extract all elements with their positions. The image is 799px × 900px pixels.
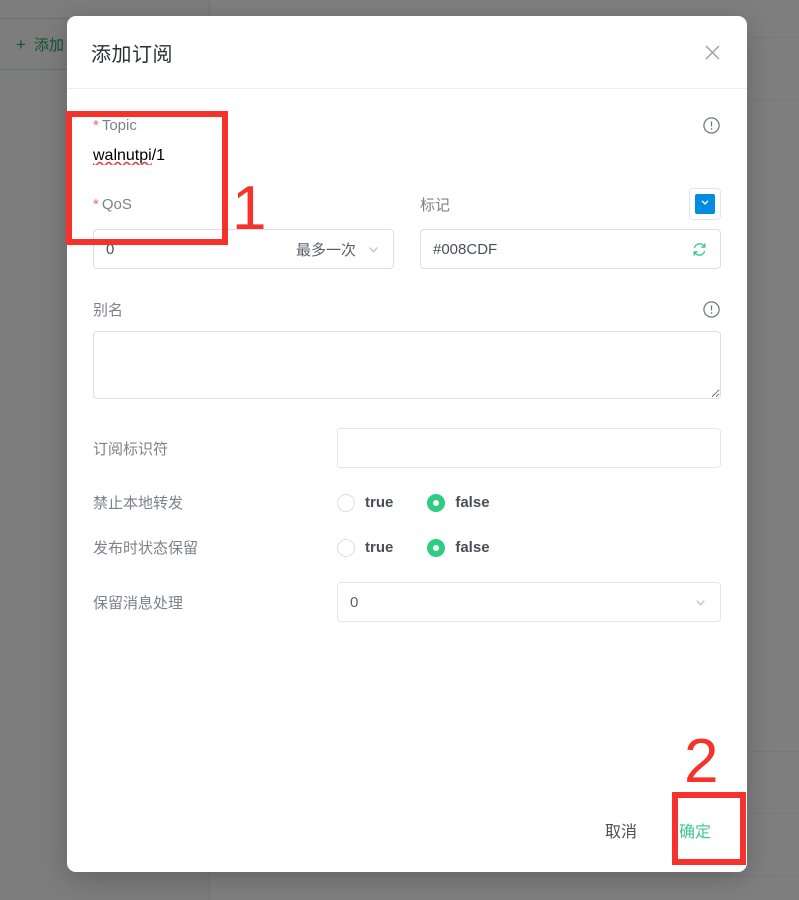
topic-textarea-wrap: walnutpi/1 — [93, 147, 721, 165]
dialog-footer: 取消 确定 — [67, 798, 747, 872]
required-asterisk: * — [93, 195, 99, 213]
tag-color-value: #008CDF — [433, 240, 498, 258]
sub-identifier-label: 订阅标识符 — [93, 440, 169, 458]
retain-as-published-option-true-label: true — [365, 539, 394, 556]
no-local-option-false-label: false — [455, 494, 490, 511]
close-icon[interactable] — [697, 37, 727, 67]
alias-block: 别名 — [93, 295, 721, 404]
dialog-title: 添加订阅 — [91, 43, 173, 66]
no-local-radio-group: true false — [337, 493, 721, 512]
qos-label-row: * QoS — [93, 187, 394, 221]
retain-as-published-option-true[interactable]: true — [337, 538, 394, 557]
no-local-option-true-label: true — [365, 494, 394, 511]
chevron-down-icon — [366, 242, 381, 257]
confirm-button[interactable]: 确定 — [669, 814, 721, 846]
no-local-option-false[interactable]: false — [427, 493, 490, 512]
dialog-header: 添加订阅 — [67, 16, 747, 89]
color-swatch — [695, 194, 715, 214]
topic-label-text: Topic — [101, 116, 137, 134]
tag-color-input[interactable]: #008CDF — [420, 229, 721, 269]
color-swatch-button[interactable] — [689, 188, 721, 220]
topic-label-row: * Topic — [93, 111, 721, 139]
no-local-label: 禁止本地转发 — [93, 495, 184, 512]
qos-select[interactable]: 0 最多一次 — [93, 229, 394, 269]
qos-label-text: QoS — [101, 195, 132, 213]
topic-label: * Topic — [93, 117, 137, 134]
retain-as-published-option-false[interactable]: false — [427, 538, 490, 557]
alias-label-row: 别名 — [93, 295, 721, 323]
no-local-option-true[interactable]: true — [337, 493, 394, 512]
add-subscription-dialog: 添加订阅 * Topic walnutpi/1 * QoS 0 最多一次 标记 … — [67, 16, 747, 872]
retain-handling-row: 保留消息处理 0 — [93, 582, 721, 622]
chevron-down-icon — [693, 595, 708, 610]
topic-input[interactable]: walnutpi/1 — [93, 147, 721, 165]
qos-tag-row: * QoS 0 最多一次 标记 #008CDF — [93, 187, 721, 269]
retain-as-published-radio-group: true false — [337, 538, 721, 557]
radio-icon-selected — [427, 493, 446, 512]
info-circle-icon[interactable] — [702, 116, 721, 135]
retain-handling-select[interactable]: 0 — [337, 582, 721, 622]
tag-label: 标记 — [420, 196, 451, 214]
cancel-button[interactable]: 取消 — [595, 814, 647, 846]
qos-value: 0 — [106, 240, 115, 258]
required-asterisk: * — [93, 116, 99, 134]
alias-label: 别名 — [93, 301, 124, 319]
refresh-icon[interactable] — [691, 241, 708, 258]
chevron-down-icon — [699, 195, 711, 213]
no-local-row: 禁止本地转发 true false — [93, 492, 721, 513]
info-circle-icon[interactable] — [702, 300, 721, 319]
qos-option-text: 最多一次 — [295, 241, 356, 259]
retain-handling-label: 保留消息处理 — [93, 594, 184, 612]
sub-identifier-row: 订阅标识符 — [93, 428, 721, 468]
qos-column: * QoS 0 最多一次 — [93, 187, 394, 269]
tag-label-row: 标记 — [420, 187, 721, 221]
retain-handling-value: 0 — [350, 593, 359, 611]
topic-value-main: walnutpi — [93, 147, 152, 164]
radio-icon-selected — [427, 538, 446, 557]
topic-value-suffix: /1 — [151, 147, 166, 164]
retain-as-published-option-false-label: false — [455, 539, 490, 556]
retain-as-published-label: 发布时状态保留 — [93, 540, 199, 557]
radio-icon — [337, 538, 355, 557]
retain-as-published-row: 发布时状态保留 true false — [93, 537, 721, 558]
radio-icon — [337, 493, 355, 512]
sub-identifier-input[interactable] — [337, 428, 721, 468]
alias-input[interactable] — [93, 331, 721, 399]
qos-label: * QoS — [93, 196, 132, 213]
dialog-body: * Topic walnutpi/1 * QoS 0 最多一次 标记 #008C… — [67, 89, 747, 798]
tag-column: 标记 #008CDF — [420, 187, 721, 269]
